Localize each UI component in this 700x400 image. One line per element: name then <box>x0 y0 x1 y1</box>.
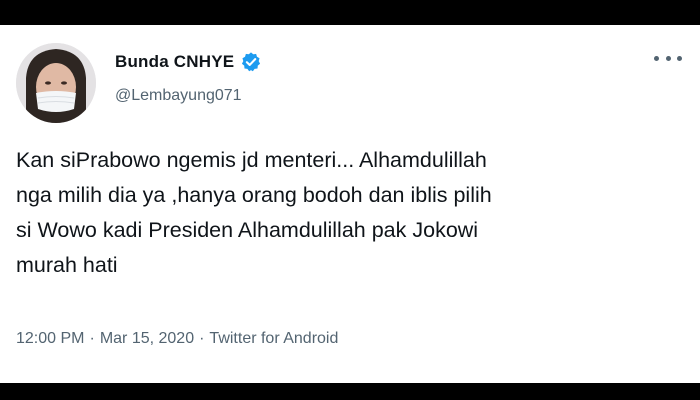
tweet-text-line: nga milih dia ya ,hanya orang bodoh dan … <box>16 183 492 207</box>
verified-badge-icon <box>240 51 262 73</box>
tweet-text: Kan siPrabowo ngemis jd menteri... Alham… <box>16 143 686 283</box>
tweet-time[interactable]: 12:00 PM <box>16 330 84 347</box>
separator-dot: · <box>89 330 95 347</box>
separator-dot: · <box>199 330 205 347</box>
avatar[interactable] <box>16 43 96 123</box>
tweet-metadata: 12:00 PM · Mar 15, 2020 · Twitter for Androi… <box>16 330 338 348</box>
tweet-text-line: si Wowo kadi Presiden Alhamdulillah pak … <box>16 218 479 242</box>
author-name-row[interactable]: Bunda CNHYE <box>115 51 262 73</box>
tweet-source[interactable]: Twitter for Android <box>209 330 338 347</box>
more-options-icon[interactable] <box>654 53 682 63</box>
dot-icon <box>677 55 682 61</box>
tweet-text-line: murah hati <box>16 253 118 277</box>
dot-icon <box>654 55 659 61</box>
avatar-photo-icon <box>16 43 96 123</box>
author-display-name[interactable]: Bunda CNHYE <box>115 52 234 72</box>
tweet-date[interactable]: Mar 15, 2020 <box>100 330 194 347</box>
tweet-card: Bunda CNHYE @Lembayung071 Kan siPrabowo … <box>0 25 700 383</box>
tweet-text-line: Kan siPrabowo ngemis jd menteri... Alham… <box>16 148 487 172</box>
dot-icon <box>665 55 671 61</box>
author-handle[interactable]: @Lembayung071 <box>115 87 242 105</box>
